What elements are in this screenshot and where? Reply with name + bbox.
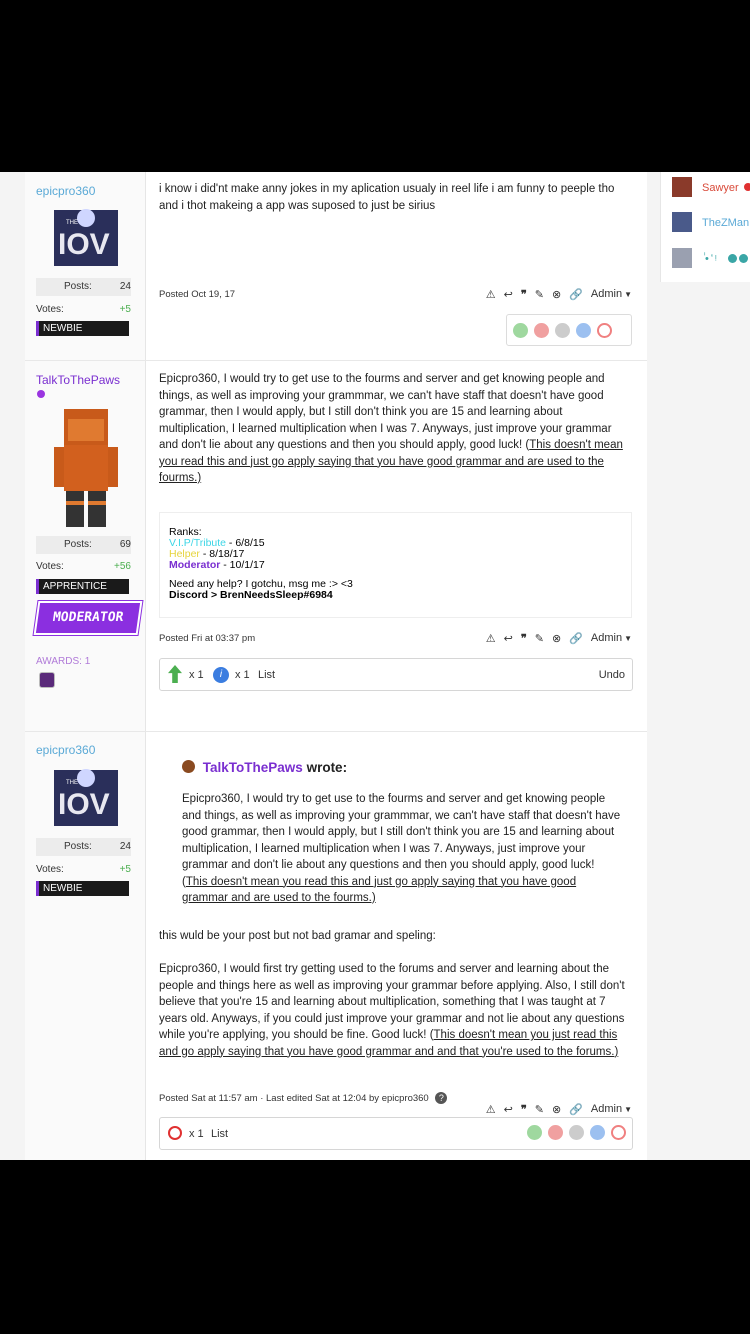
- post3-body-rewrite: Epicpro360, I would first try getting us…: [159, 963, 625, 1058]
- quote-icon[interactable]: ❞: [521, 288, 527, 301]
- post3-reactions: x 1 List: [159, 1117, 633, 1150]
- post2-votes-stat: Votes: +56: [36, 561, 131, 572]
- no-icon[interactable]: [168, 1126, 182, 1140]
- report-icon[interactable]: ⚠: [486, 632, 496, 645]
- admin-menu[interactable]: Admin: [591, 1103, 622, 1115]
- forum-page: epicpro360 IOV THE Posts: 24 Votes: +5 N…: [0, 172, 750, 1160]
- post2-rank-badge: APPRENTICE: [36, 579, 129, 594]
- neutral-icon[interactable]: [555, 322, 570, 338]
- user-avatar[interactable]: [672, 177, 692, 197]
- post3-vote-icons: [527, 1125, 626, 1140]
- edit-icon[interactable]: ✎: [535, 632, 544, 645]
- link-icon[interactable]: 🔗: [569, 632, 583, 645]
- upvote-arrow-icon[interactable]: [168, 665, 182, 683]
- admin-menu[interactable]: Admin: [591, 288, 622, 300]
- post1-meta: Posted Oct 19, 17: [159, 289, 236, 300]
- downvote-icon[interactable]: [548, 1125, 563, 1140]
- post3-avatar[interactable]: IOV THE: [52, 766, 120, 830]
- link-icon[interactable]: 🔗: [569, 288, 583, 301]
- chevron-down-icon[interactable]: ▼: [624, 290, 632, 299]
- moderator-badge: MODERATOR: [33, 601, 143, 635]
- post1-actions: ⚠ ↩ ❞ ✎ ⊗ 🔗 Admin ▼: [486, 286, 632, 302]
- post1-votes-stat: Votes: +5: [36, 304, 131, 315]
- chevron-down-icon[interactable]: ▼: [624, 634, 632, 643]
- edit-icon[interactable]: ✎: [535, 288, 544, 301]
- chevron-down-icon[interactable]: ▼: [624, 1105, 632, 1114]
- post2-reactions: x 1 i x 1 List Undo: [159, 658, 633, 691]
- quote-author[interactable]: TalkToThePaws: [203, 760, 303, 775]
- svg-text:THE: THE: [66, 220, 78, 226]
- post1-user-panel: epicpro360 IOV THE Posts: 24 Votes: +5 N…: [25, 172, 146, 360]
- reply-icon[interactable]: ↩: [504, 632, 513, 645]
- no-icon[interactable]: [611, 1125, 626, 1140]
- info-icon[interactable]: [590, 1125, 605, 1140]
- awards-label: AWARDS: 1: [36, 656, 91, 667]
- user-avatar[interactable]: [672, 212, 692, 232]
- info-icon[interactable]: [576, 322, 591, 338]
- post2-author[interactable]: TalkToThePaws: [36, 373, 120, 387]
- post3-posts-stat: Posts: 24: [36, 838, 131, 856]
- post1-author[interactable]: epicpro360: [36, 184, 95, 198]
- svg-text:THE: THE: [66, 780, 78, 786]
- award-shield-icon[interactable]: [39, 672, 55, 688]
- neutral-icon[interactable]: [569, 1125, 584, 1140]
- info-icon[interactable]: i: [213, 667, 229, 683]
- upvote-icon[interactable]: [527, 1125, 542, 1140]
- post1-avatar[interactable]: IOV THE: [52, 206, 120, 270]
- quote-header: TalkToThePaws wrote:: [182, 760, 347, 775]
- post1-posts-stat: Posts: 24: [36, 278, 131, 296]
- delete-icon[interactable]: ⊗: [552, 1103, 561, 1116]
- post2-actions: ⚠ ↩ ❞ ✎ ⊗ 🔗 Admin ▼: [486, 630, 632, 646]
- post3-votes-stat: Votes: +5: [36, 864, 131, 875]
- quote-icon[interactable]: ❞: [521, 632, 527, 645]
- downvote-icon[interactable]: [534, 322, 549, 338]
- reply-icon[interactable]: ↩: [504, 1103, 513, 1116]
- post3-actions: ⚠ ↩ ❞ ✎ ⊗ 🔗 Admin ▼: [486, 1101, 632, 1117]
- post2-user-panel: TalkToThePaws Posts: 69 Votes: +56 APPRE…: [25, 361, 146, 731]
- post3-meta: Posted Sat at 11:57 am · Last edited Sat…: [159, 1092, 448, 1104]
- undo-button[interactable]: Undo: [599, 669, 625, 681]
- post2-signature: Ranks: V.I.P/Tribute - 6/8/15 Helper - 8…: [159, 512, 632, 618]
- post1-body: i know i did'nt make anny jokes in my ap…: [159, 183, 615, 212]
- report-icon[interactable]: ⚠: [486, 1103, 496, 1116]
- upvote-icon[interactable]: [513, 322, 528, 338]
- online-dot-icon: [37, 390, 45, 398]
- user-avatar[interactable]: [672, 248, 692, 268]
- quote-body: Epicpro360, I would try to get use to th…: [182, 793, 621, 904]
- minecraft-skin-icon: [54, 409, 118, 527]
- help-icon[interactable]: ?: [435, 1092, 448, 1104]
- post1-rank-badge: NEWBIE: [36, 321, 129, 336]
- status-dot-icon: [744, 183, 750, 191]
- post3-rank-badge: NEWBIE: [36, 881, 129, 896]
- post3-body-intro: this wuld be your post but not bad grama…: [159, 930, 436, 942]
- post2-meta: Posted Fri at 03:37 pm: [159, 633, 256, 644]
- reactions-list-link[interactable]: List: [258, 669, 275, 681]
- svg-text:IOV: IOV: [58, 228, 110, 261]
- reactions-list-link[interactable]: List: [211, 1128, 228, 1140]
- edit-icon[interactable]: ✎: [535, 1103, 544, 1116]
- status-dots-icon: [728, 254, 750, 264]
- svg-text:IOV: IOV: [58, 788, 110, 821]
- sidebar-user-sawyer[interactable]: Sawyer: [702, 182, 739, 194]
- quote-icon[interactable]: ❞: [521, 1103, 527, 1116]
- post1-vote-box: [506, 314, 632, 346]
- post3-user-panel: epicpro360 IOV THE Posts: 24 Votes: +5 N…: [25, 732, 146, 1160]
- quote-author-avatar-icon: [182, 760, 195, 773]
- iov-logo-icon: IOV THE: [54, 209, 118, 266]
- report-icon[interactable]: ⚠: [486, 288, 496, 301]
- post2-body: Epicpro360, I would try to get use to th…: [159, 373, 623, 484]
- reply-icon[interactable]: ↩: [504, 288, 513, 301]
- delete-icon[interactable]: ⊗: [552, 288, 561, 301]
- link-icon[interactable]: 🔗: [569, 1103, 583, 1116]
- sidebar-user-thezman[interactable]: TheZMan: [702, 217, 749, 229]
- delete-icon[interactable]: ⊗: [552, 632, 561, 645]
- post3-author[interactable]: epicpro360: [36, 743, 95, 757]
- admin-menu[interactable]: Admin: [591, 632, 622, 644]
- post2-posts-stat: Posts: 69: [36, 536, 131, 554]
- iov-logo-icon: IOV THE: [54, 769, 118, 826]
- no-icon[interactable]: [597, 322, 612, 338]
- post2-avatar[interactable]: [52, 405, 120, 531]
- sidebar-user-third[interactable]: ٰ • ̒ ᵎ: [702, 252, 717, 265]
